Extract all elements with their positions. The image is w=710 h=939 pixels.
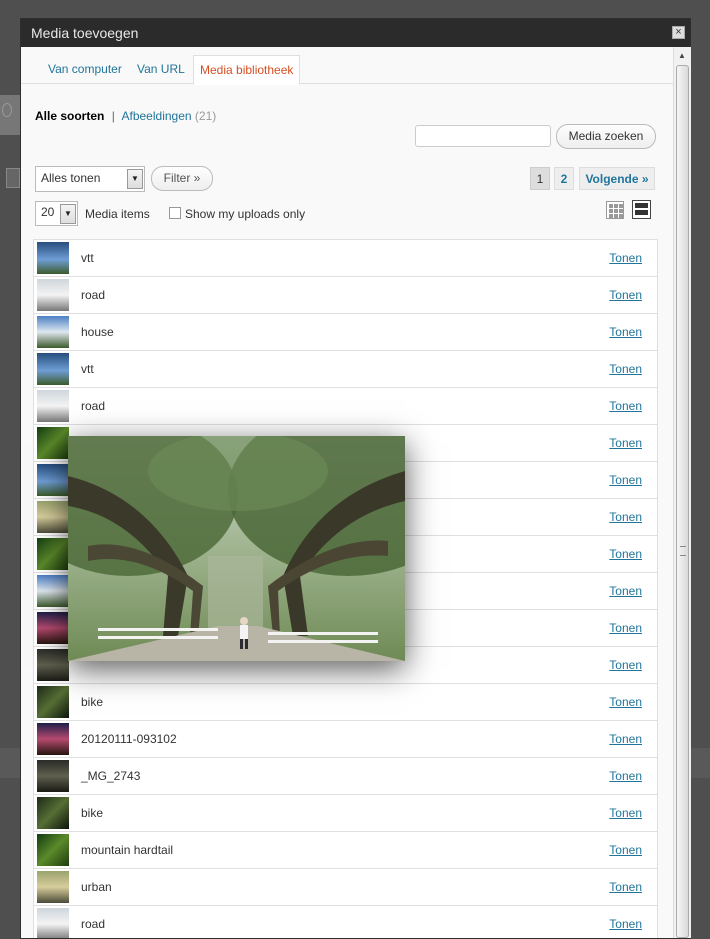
show-link[interactable]: Tonen [609,547,642,561]
filter-all-types[interactable]: Alle soorten [35,109,104,123]
background-icon [2,103,12,117]
table-row: road Tonen [34,388,657,425]
media-thumbnail [37,686,69,718]
show-link[interactable]: Tonen [609,621,642,635]
page-1[interactable]: 1 [530,167,550,190]
show-link[interactable]: Tonen [609,510,642,524]
media-title: road [81,399,106,413]
search-input[interactable] [415,125,551,147]
media-thumbnail [37,501,69,533]
media-title: house [81,325,114,339]
show-link[interactable]: Tonen [609,325,642,339]
type-filter: Alle soorten | Afbeeldingen (21) [35,109,216,123]
show-link[interactable]: Tonen [609,917,642,931]
per-page-label: Media items [85,207,150,221]
media-thumbnail [37,390,69,422]
table-row: house Tonen [34,314,657,351]
show-link[interactable]: Tonen [609,436,642,450]
media-thumbnail [37,464,69,496]
scrollbar[interactable]: ▲ [673,47,691,938]
table-row: vtt Tonen [34,351,657,388]
table-row: bike Tonen [34,795,657,832]
per-page-select[interactable]: 20 ▼ [35,201,78,226]
table-row: urban Tonen [34,869,657,906]
show-link[interactable]: Tonen [609,806,642,820]
table-row: vtt Tonen [34,240,657,277]
media-title: bike [81,695,104,709]
media-thumbnail [37,760,69,792]
tree-avenue-photo [68,436,405,661]
table-row: road Tonen [34,277,657,314]
image-preview-popup [68,436,405,661]
media-title: mountain hardtail [81,843,174,857]
media-thumbnail [37,908,69,938]
grip-icon [680,546,686,556]
tab-from-url[interactable]: Van URL [137,55,185,85]
per-page-value: 20 [41,205,55,219]
media-thumbnail [37,723,69,755]
tab-media-library[interactable]: Media bibliotheek [193,55,301,85]
media-title: vtt [81,251,94,265]
filter-images[interactable]: Afbeeldingen [122,109,192,123]
media-thumbnail [37,797,69,829]
chevron-down-icon: ▼ [127,169,143,189]
media-thumbnail [37,427,69,459]
close-icon[interactable]: × [672,26,685,39]
media-thumbnail [37,242,69,274]
show-link[interactable]: Tonen [609,658,642,672]
scrollbar-thumb[interactable] [676,65,689,938]
filter-images-count: (21) [194,109,217,123]
media-thumbnail [37,353,69,385]
table-row: bike Tonen [34,684,657,721]
show-link[interactable]: Tonen [609,473,642,487]
show-link[interactable]: Tonen [609,584,642,598]
table-row: 20120111-093102 Tonen [34,721,657,758]
media-title: urban [81,880,112,894]
show-link[interactable]: Tonen [609,695,642,709]
media-thumbnail [37,316,69,348]
media-title: 20120111-093102 [81,732,177,746]
show-link[interactable]: Tonen [609,251,642,265]
table-row: road Tonen [34,906,657,938]
media-title: _MG_2743 [81,769,141,783]
show-filter-value: Alles tonen [41,171,101,185]
show-filter-select[interactable]: Alles tonen ▼ [35,166,145,192]
media-thumbnail [37,834,69,866]
tab-bar: Van computer Van URL Media bibliotheek [21,47,673,85]
media-thumbnail [37,871,69,903]
show-link[interactable]: Tonen [609,769,642,783]
grid-view-icon[interactable] [606,201,624,219]
search-button[interactable]: Media zoeken [556,124,656,149]
show-link[interactable]: Tonen [609,362,642,376]
show-link[interactable]: Tonen [609,843,642,857]
next-page-link[interactable]: Volgende » [579,167,655,190]
background-tool-icon [6,168,20,188]
filter-separator: | [111,109,115,123]
table-row: mountain hardtail Tonen [34,832,657,869]
media-title: road [81,917,106,931]
media-title: vtt [81,362,94,376]
tab-from-computer[interactable]: Van computer [48,55,122,85]
uploads-only-checkbox[interactable] [169,207,181,219]
show-link[interactable]: Tonen [609,399,642,413]
scroll-up-icon[interactable]: ▲ [678,51,686,60]
filter-button[interactable]: Filter » [151,166,213,191]
media-thumbnail [37,612,69,644]
show-link[interactable]: Tonen [609,732,642,746]
page-2[interactable]: 2 [554,167,574,190]
show-link[interactable]: Tonen [609,288,642,302]
dialog-title: Media toevoegen [31,25,139,41]
show-link[interactable]: Tonen [609,880,642,894]
media-title: road [81,288,106,302]
media-thumbnail [37,538,69,570]
dialog-titlebar: Media toevoegen × [21,19,690,47]
list-view-icon[interactable] [632,200,651,219]
media-thumbnail [37,575,69,607]
media-thumbnail [37,279,69,311]
uploads-only-label[interactable]: Show my uploads only [185,207,305,221]
chevron-down-icon: ▼ [60,204,76,224]
media-thumbnail [37,649,69,681]
table-row: _MG_2743 Tonen [34,758,657,795]
media-title: bike [81,806,104,820]
